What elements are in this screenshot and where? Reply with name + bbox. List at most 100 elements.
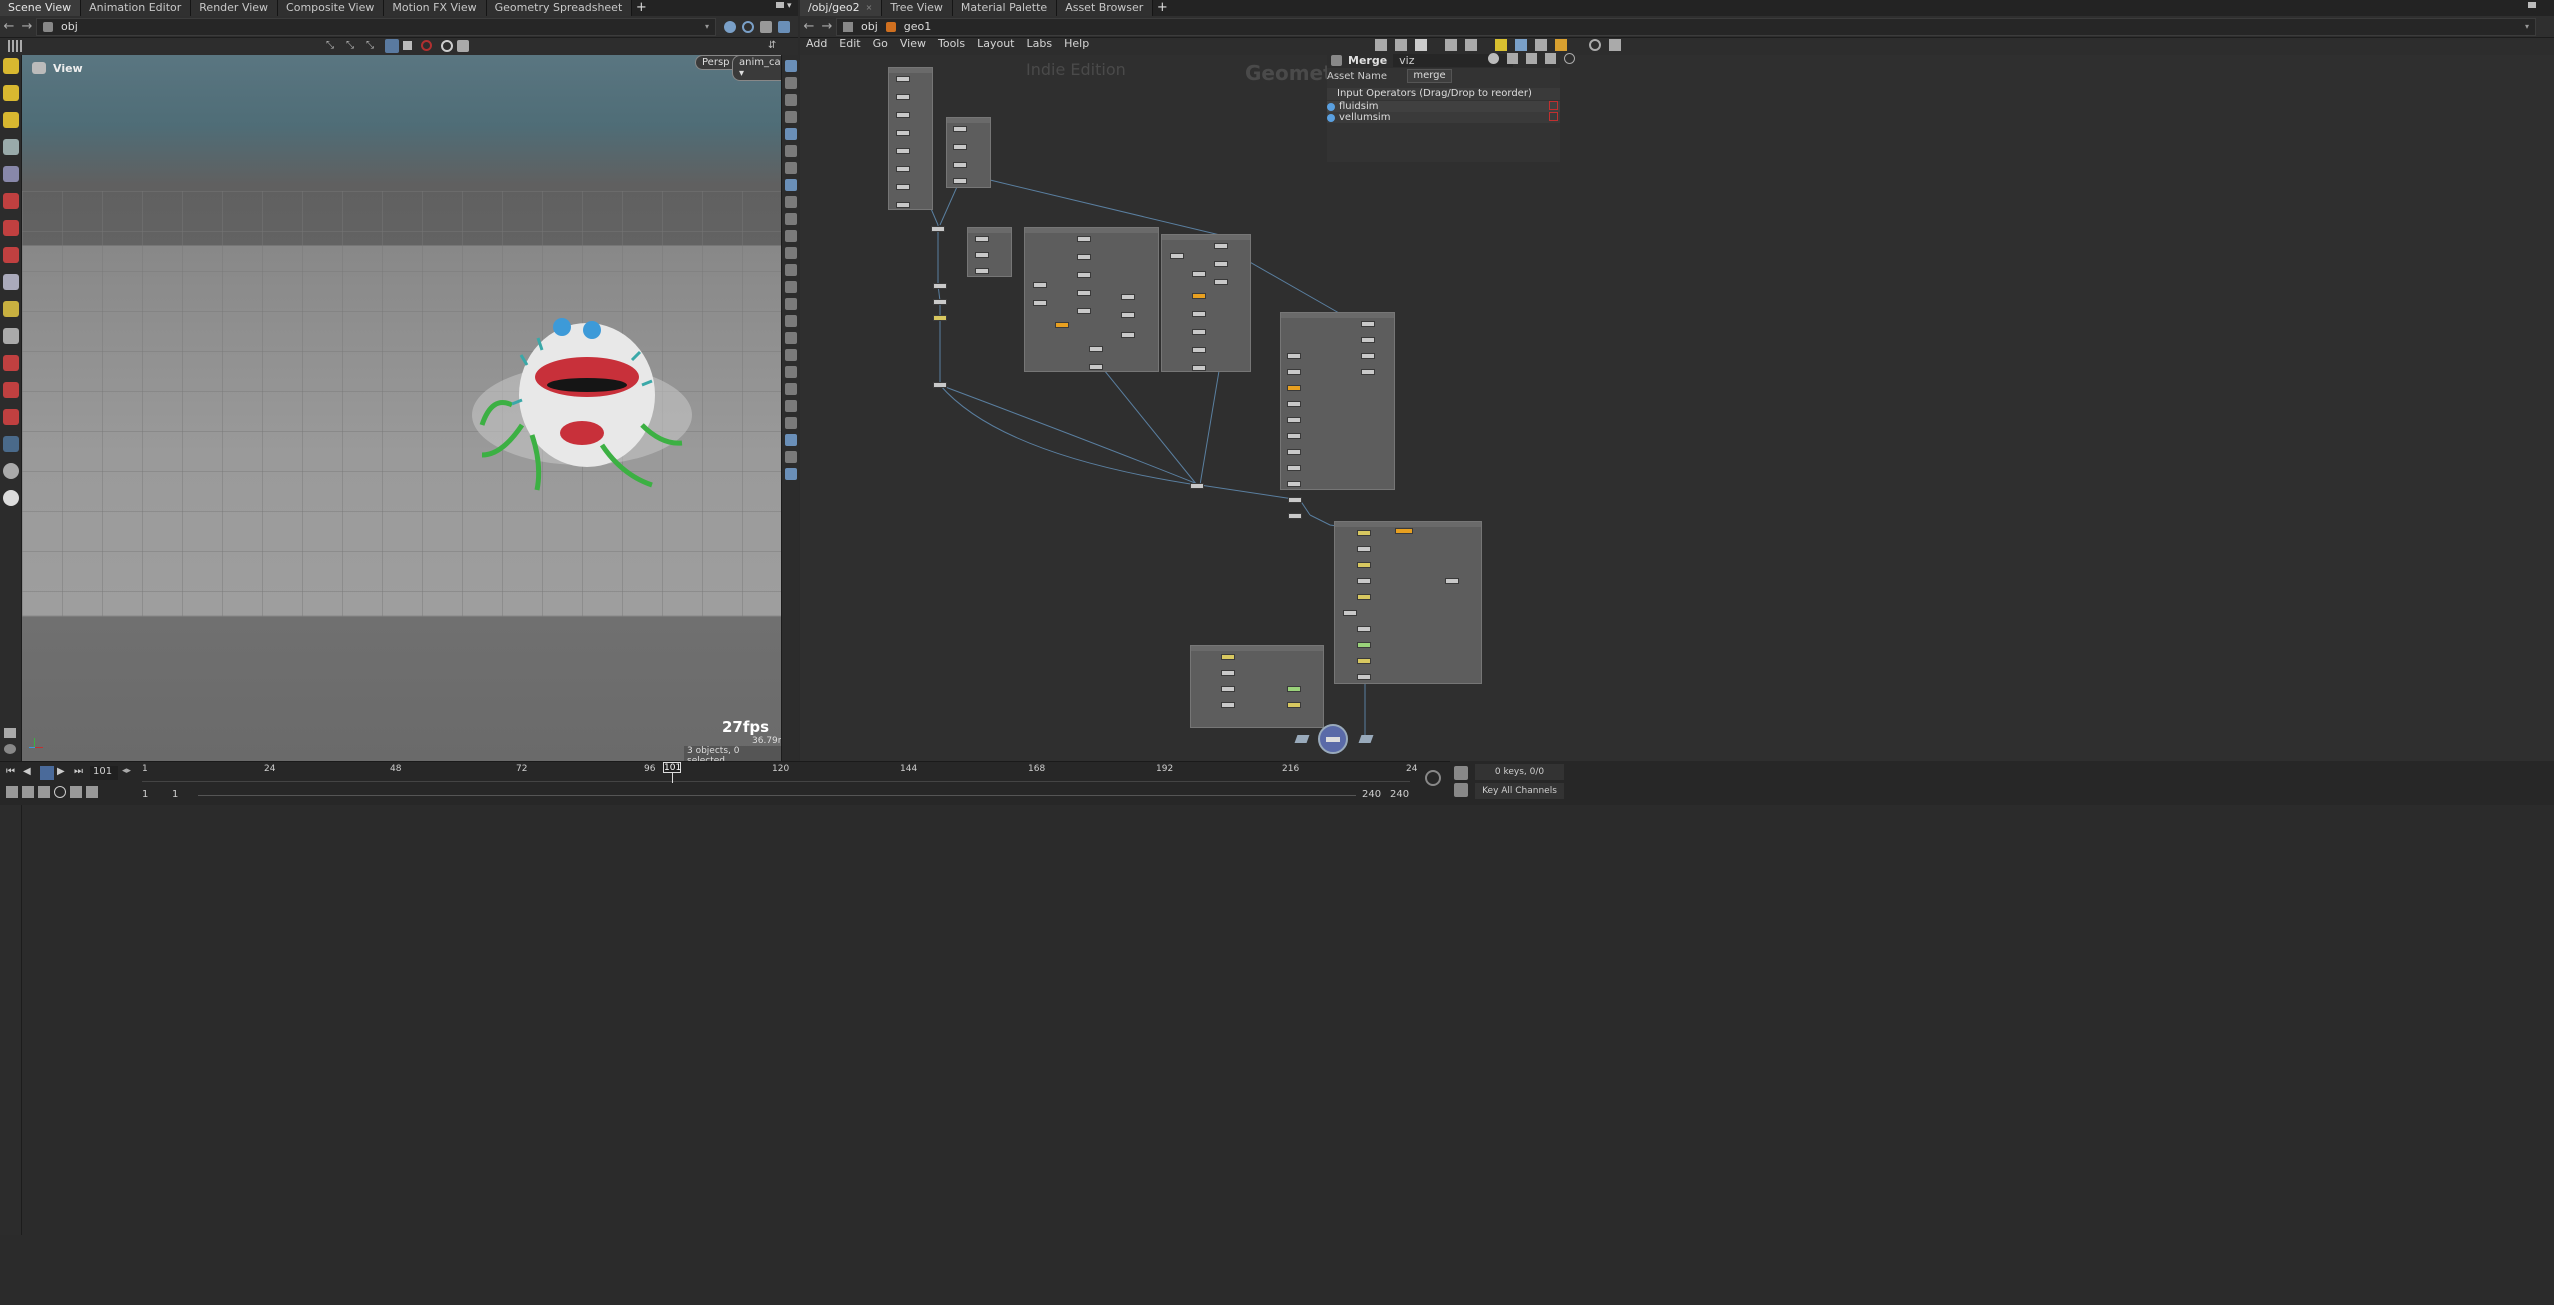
light-tool-icon[interactable] (2, 355, 19, 371)
render-region-icon[interactable] (784, 468, 797, 480)
node[interactable] (933, 382, 947, 388)
path-field[interactable]: obj ▾ (36, 17, 716, 36)
node[interactable] (1357, 530, 1371, 536)
guides-icon[interactable] (784, 417, 797, 429)
search-icon[interactable] (1589, 39, 1601, 51)
node[interactable] (1357, 658, 1371, 664)
node[interactable] (1361, 321, 1375, 327)
viewer-menu-icon[interactable]: ⇵ (768, 40, 780, 52)
node[interactable] (953, 144, 967, 150)
node[interactable] (1121, 332, 1135, 338)
node[interactable] (1077, 290, 1091, 296)
sticky-icon[interactable] (1535, 39, 1547, 51)
node[interactable] (1077, 308, 1091, 314)
channel-icon[interactable] (1454, 783, 1468, 797)
node[interactable] (1192, 311, 1206, 317)
node[interactable] (975, 252, 989, 258)
tab-close-icon[interactable]: × (866, 0, 873, 16)
display-mode-icon[interactable] (4, 728, 16, 738)
lock-camera-icon[interactable] (784, 94, 797, 106)
node[interactable] (1288, 513, 1302, 519)
zoom-search-icon[interactable] (1425, 770, 1441, 786)
tab-network-geo2[interactable]: /obj/geo2 × (800, 0, 883, 16)
node[interactable] (896, 148, 910, 154)
help-icon[interactable] (1564, 53, 1575, 64)
node[interactable] (1287, 353, 1301, 359)
node[interactable] (1287, 401, 1301, 407)
search-icon[interactable] (1526, 53, 1537, 64)
remove-input-icon[interactable] (1549, 101, 1558, 110)
playback-end-field[interactable]: 240 (1362, 789, 1381, 800)
node[interactable] (1288, 497, 1302, 503)
camera-tool-icon[interactable] (2, 328, 19, 344)
node[interactable] (1221, 670, 1235, 676)
node[interactable] (1221, 702, 1235, 708)
node[interactable] (1287, 369, 1301, 375)
playhead-marker[interactable]: 101 (663, 762, 681, 773)
handle-tool-icon[interactable] (2, 193, 19, 209)
loop-icon[interactable] (38, 786, 50, 798)
menu-go[interactable]: Go (873, 37, 888, 50)
node[interactable] (1077, 254, 1091, 260)
node[interactable] (1287, 385, 1301, 391)
ortho-icon[interactable] (784, 111, 797, 123)
maximize-icon[interactable] (776, 2, 784, 8)
attractor-tool-icon[interactable] (2, 409, 19, 425)
bbox-icon[interactable] (784, 400, 797, 412)
node[interactable] (1357, 642, 1371, 648)
pose-tool-icon[interactable] (2, 139, 19, 155)
range-end-field[interactable]: 240 (1390, 789, 1409, 800)
background-mode-icon[interactable] (4, 744, 16, 754)
node[interactable] (1357, 578, 1371, 584)
node[interactable] (896, 130, 910, 136)
snap-icon[interactable]: ⤡ (326, 40, 338, 52)
asset-name-dropdown[interactable]: merge (1407, 69, 1452, 83)
menu-layout[interactable]: Layout (977, 37, 1014, 50)
render-tool-icon[interactable] (2, 490, 19, 506)
node[interactable] (1343, 610, 1357, 616)
network-box-icon[interactable] (1515, 39, 1527, 51)
sliders-icon[interactable] (1545, 53, 1556, 64)
current-frame-field[interactable]: 101 (90, 766, 118, 780)
node[interactable] (1190, 483, 1204, 489)
node[interactable] (1055, 322, 1069, 328)
range-slider[interactable] (198, 795, 1356, 796)
node[interactable] (1077, 236, 1091, 242)
range-start-field[interactable]: 1 (142, 789, 148, 800)
remove-input-icon[interactable] (1549, 112, 1558, 121)
node[interactable] (1192, 365, 1206, 371)
node[interactable] (1361, 369, 1375, 375)
flipbook-icon[interactable] (441, 40, 453, 52)
node[interactable] (1395, 528, 1413, 534)
pin-icon[interactable] (1395, 39, 1407, 51)
menu-help[interactable]: Help (1064, 37, 1089, 50)
back-arrow-icon[interactable]: ← (0, 19, 18, 34)
node[interactable] (896, 166, 910, 172)
gear-icon[interactable] (1488, 53, 1499, 64)
wireframe-icon[interactable] (784, 366, 797, 378)
node[interactable] (1089, 346, 1103, 352)
node[interactable] (1033, 282, 1047, 288)
node[interactable] (975, 268, 989, 274)
node[interactable] (1287, 465, 1301, 471)
display-options-icon[interactable] (760, 20, 772, 33)
network-box-simulation[interactable] (1334, 521, 1482, 684)
step-arrows-icon[interactable]: ◂▸ (122, 766, 131, 776)
node[interactable] (1221, 654, 1235, 660)
network-box-spikes[interactable] (1280, 312, 1395, 490)
network-editor[interactable]: Indie Edition Geometry (800, 55, 2554, 761)
node[interactable] (896, 76, 910, 82)
input-row[interactable]: vellumsim (1327, 112, 1560, 123)
snap-grid-icon[interactable]: ⤡ (346, 40, 358, 52)
shading-icon[interactable] (784, 128, 797, 140)
step-back-icon[interactable]: ◀ (23, 766, 37, 780)
node[interactable] (896, 184, 910, 190)
add-tab-button[interactable]: + (632, 0, 650, 16)
lighting-icon[interactable] (784, 145, 797, 157)
node[interactable] (1192, 347, 1206, 353)
lock-icon[interactable] (2, 166, 19, 182)
node[interactable] (1287, 686, 1301, 692)
prim-numbers-icon[interactable] (784, 264, 797, 276)
grid-menu-icon[interactable] (8, 40, 22, 52)
node[interactable] (896, 202, 910, 208)
